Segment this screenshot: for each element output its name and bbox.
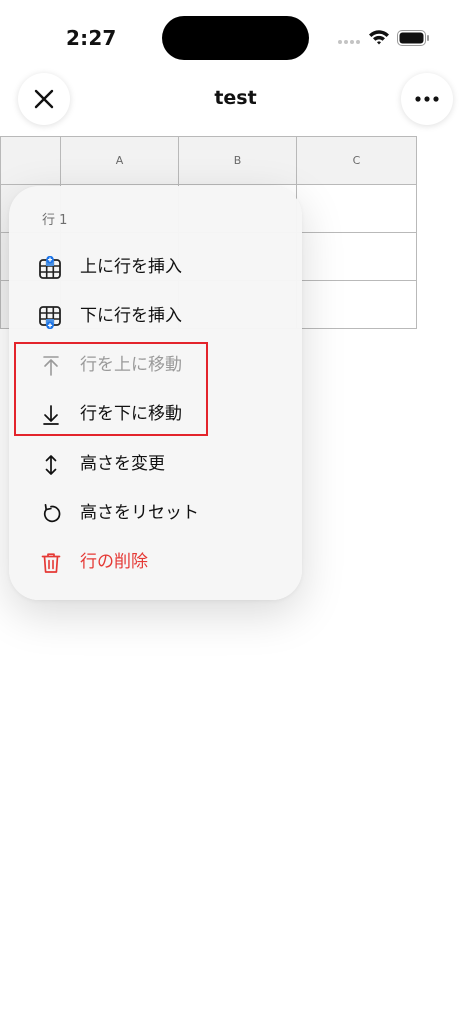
grid-cell[interactable] [296,232,417,281]
arrow-up-icon [38,354,64,378]
column-header-c[interactable]: C [296,136,417,185]
ellipsis-icon [415,96,439,102]
insert-row-above-icon [38,256,64,280]
reset-height-item[interactable]: 高さをリセット [9,490,302,538]
menu-item-label: 行を上に移動 [80,355,182,375]
cellular-signal-icon [338,40,362,46]
more-options-button[interactable] [401,73,453,125]
move-row-down-item[interactable]: 行を下に移動 [9,391,302,439]
delete-row-item[interactable]: 行の削除 [9,539,302,587]
battery-icon [397,30,429,46]
insert-row-below-item[interactable]: 下に行を挿入 [9,293,302,341]
dynamic-island [162,16,309,60]
menu-item-label: 下に行を挿入 [80,306,182,326]
column-header-b[interactable]: B [178,136,297,185]
column-header-row: A B C [0,136,417,185]
menu-item-label: 高さをリセット [80,503,199,523]
move-row-up-item[interactable]: 行を上に移動 [9,342,302,390]
menu-item-label: 行の削除 [80,552,148,572]
menu-item-label: 上に行を挿入 [80,257,182,277]
app-screen: 2:27 test A B C 行 1 上に行を挿入 下に行を挿入 行を上に移動… [0,0,471,1024]
row-context-menu: 行 1 上に行を挿入 下に行を挿入 行を上に移動 行を下に移動 高さを変更 高さ… [9,186,302,600]
grid-cell[interactable] [296,184,417,233]
menu-item-label: 行を下に移動 [80,404,182,424]
wifi-icon [369,30,389,45]
insert-row-below-icon [38,305,64,329]
reset-icon [38,502,64,526]
menu-item-label: 高さを変更 [80,454,165,474]
column-header-a[interactable]: A [60,136,179,185]
insert-row-above-item[interactable]: 上に行を挿入 [9,244,302,292]
arrow-down-icon [38,403,64,427]
status-time: 2:27 [66,26,117,50]
change-height-item[interactable]: 高さを変更 [9,441,302,489]
grid-cell[interactable] [296,280,417,329]
menu-header: 行 1 [42,213,68,228]
resize-vertical-icon [38,453,64,477]
trash-icon [38,551,64,575]
corner-cell[interactable] [0,136,61,185]
